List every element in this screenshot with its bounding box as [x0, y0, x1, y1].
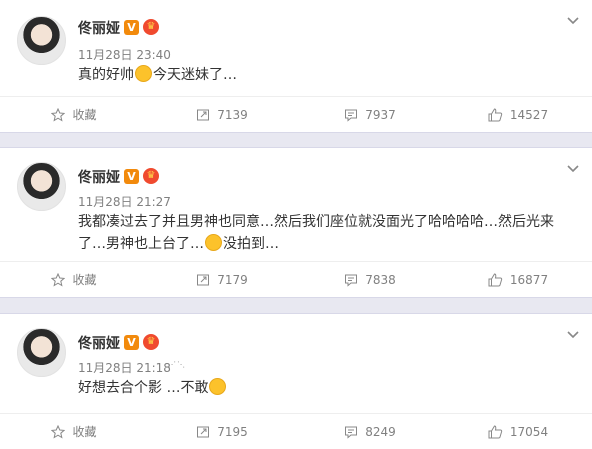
crown-icon: ♛ [143, 334, 159, 350]
comment-icon [345, 426, 358, 439]
favorite-label: 收藏 [72, 273, 97, 287]
repost-count: 7179 [217, 272, 248, 287]
repost-count: 7195 [217, 424, 248, 439]
chevron-down-icon[interactable] [567, 329, 579, 341]
post-text-part: 没拍到… [223, 236, 279, 252]
favorite-button[interactable]: 收藏 [0, 414, 148, 449]
post-text-part: 好想去合个影 …不敢 [78, 380, 209, 396]
avatar[interactable] [17, 328, 66, 377]
post-time[interactable]: 11月28日 21:27 [78, 193, 171, 210]
weibo-post: 佟丽娅 V ♛ 11月28日 21:27 我都凑过去了并且男神也同意…然后我们座… [0, 148, 592, 297]
verified-icon: V [124, 169, 139, 184]
repost-count: 7139 [217, 107, 248, 122]
comment-icon [345, 274, 358, 287]
post-separator [0, 297, 592, 314]
repost-button[interactable]: 7179 [148, 262, 296, 297]
post-toolbar: 收藏 7195 8249 17054 [0, 413, 592, 449]
post-text-part: 今天迷妹了… [153, 67, 237, 83]
comment-count: 8249 [365, 424, 396, 439]
thumbs-up-icon [488, 424, 503, 438]
like-button[interactable]: 16877 [444, 262, 592, 297]
comment-button[interactable]: 8249 [296, 414, 444, 449]
comment-button[interactable]: 7838 [296, 262, 444, 297]
repost-icon [197, 274, 210, 285]
star-icon [51, 424, 66, 439]
crown-icon: ♛ [143, 19, 159, 35]
laugh-emoji-icon [209, 378, 227, 395]
like-button[interactable]: 17054 [444, 414, 592, 449]
thumbs-up-icon [488, 272, 503, 286]
laugh-cry-emoji-icon [205, 234, 222, 251]
repost-icon [197, 109, 210, 120]
favorite-button[interactable]: 收藏 [0, 262, 148, 297]
verified-icon: V [124, 20, 139, 35]
like-count: 17054 [509, 424, 549, 439]
like-count: 14527 [509, 107, 549, 122]
verified-icon: V [124, 335, 139, 350]
post-toolbar: 收藏 7179 7838 16877 [0, 261, 592, 297]
post-text-part: 了…男神也上台了… [78, 236, 204, 252]
post-time[interactable]: 11月28日 21:18 [78, 359, 171, 376]
star-icon [51, 272, 66, 287]
like-button[interactable]: 14527 [444, 97, 592, 132]
comment-count: 7937 [365, 107, 396, 122]
author-name[interactable]: 佟丽娅 [78, 18, 120, 38]
post-text-part: 我都凑过去了并且男神也同意…然后我们座位就没面光了哈哈哈哈…然后光来 [78, 214, 554, 230]
post-text-part: 真的好帅 [78, 67, 134, 83]
favorite-label: 收藏 [72, 108, 97, 122]
post-toolbar: 收藏 7139 7937 14527 [0, 96, 592, 132]
favorite-button[interactable]: 收藏 [0, 97, 148, 132]
loading-dots-icon: ⋰⋱ [168, 360, 186, 369]
post-text: 真的好帅 今天迷妹了… [78, 64, 578, 86]
author-name[interactable]: 佟丽娅 [78, 167, 120, 187]
repost-button[interactable]: 7195 [148, 414, 296, 449]
avatar[interactable] [17, 162, 66, 211]
star-icon [51, 107, 66, 122]
chevron-down-icon[interactable] [567, 163, 579, 175]
clap-emoji-icon [135, 65, 152, 82]
thumbs-up-icon [488, 107, 503, 121]
post-separator [0, 132, 592, 148]
post-text: 我都凑过去了并且男神也同意…然后我们座位就没面光了哈哈哈哈…然后光来 了…男神也上… [78, 211, 578, 255]
chevron-down-icon[interactable] [567, 15, 579, 27]
post-time[interactable]: 11月28日 23:40 [78, 46, 171, 63]
author-name[interactable]: 佟丽娅 [78, 333, 120, 353]
comment-count: 7838 [365, 272, 396, 287]
crown-icon: ♛ [143, 168, 159, 184]
like-count: 16877 [509, 272, 549, 287]
comment-button[interactable]: 7937 [296, 97, 444, 132]
favorite-label: 收藏 [72, 425, 97, 439]
post-text: 好想去合个影 …不敢 [78, 377, 578, 399]
repost-icon [197, 426, 210, 437]
weibo-post: 佟丽娅 V ♛ 11月28日 21:18 ⋰⋱ 好想去合个影 …不敢 收藏 71… [0, 314, 592, 449]
comment-icon [345, 109, 358, 122]
avatar[interactable] [17, 16, 66, 65]
weibo-post: 佟丽娅 V ♛ 11月28日 23:40 真的好帅 今天迷妹了… 收藏 7139 … [0, 0, 592, 132]
repost-button[interactable]: 7139 [148, 97, 296, 132]
